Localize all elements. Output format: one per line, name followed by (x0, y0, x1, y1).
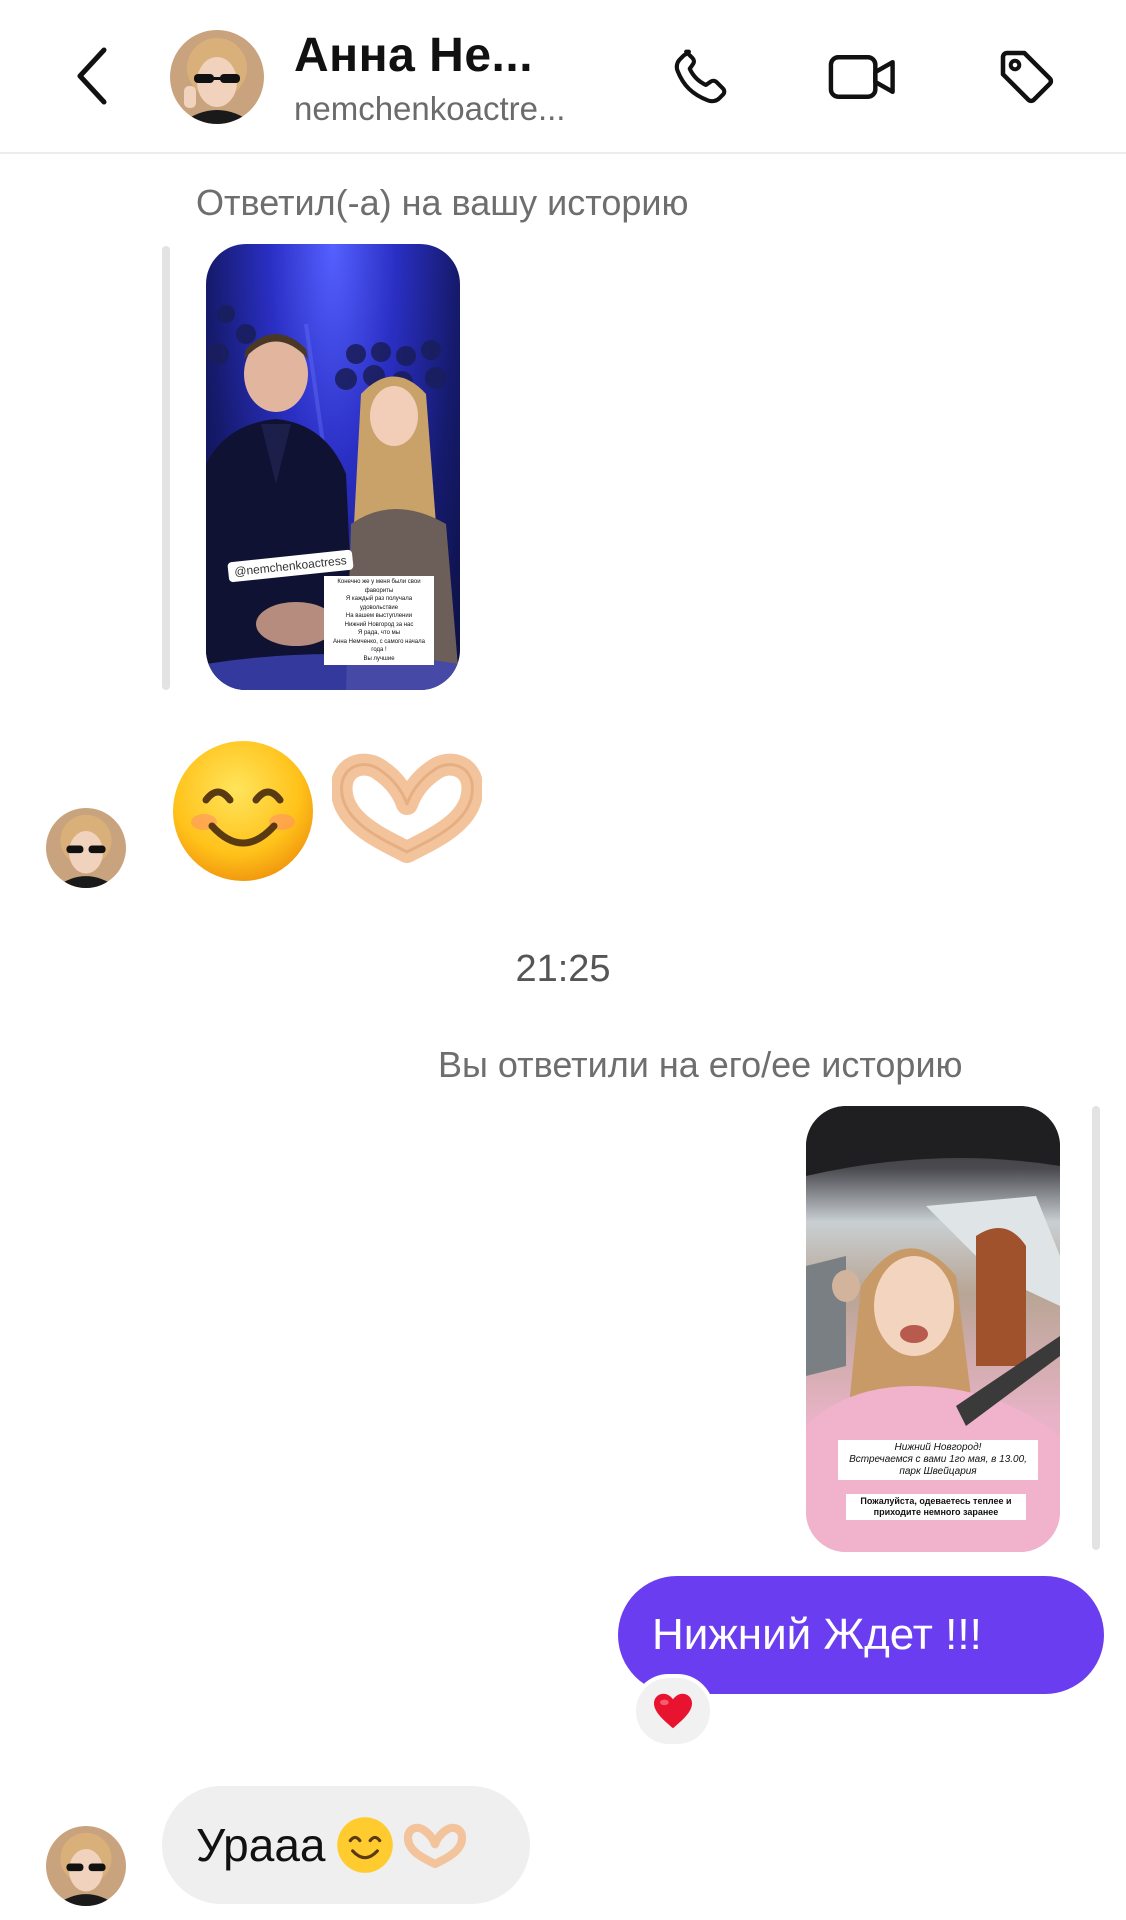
heart-hands-icon[interactable] (332, 748, 482, 864)
avatar[interactable] (170, 30, 264, 124)
contact-username[interactable]: nemchenkoactre... (294, 90, 565, 128)
story-note: Пожалуйста, одеваетесь теплее и приходит… (846, 1494, 1026, 1520)
reply-to-story-label: Ответил(-а) на вашу историю (196, 182, 689, 223)
message-text: Урааа (196, 1819, 326, 1871)
avatar[interactable] (46, 1826, 126, 1906)
reply-indicator-bar (162, 246, 170, 690)
call-button[interactable] (664, 40, 738, 114)
tag-button[interactable] (990, 40, 1064, 114)
avatar[interactable] (46, 808, 126, 888)
story-thumbnail[interactable]: Нижний Новгород! Встречаемся с вами 1го … (806, 1106, 1060, 1552)
contact-name[interactable]: Анна Не... (294, 28, 533, 83)
chat-header: Анна Не... nemchenkoactre... (0, 0, 1126, 154)
message-text: Нижний Ждет !!! (652, 1610, 982, 1659)
red-heart-icon (654, 1693, 692, 1729)
story-caption: Конечно же у меня были свои фавориты Я к… (324, 576, 434, 665)
story-thumbnail[interactable]: @nemchenkoactress Конечно же у меня были… (206, 244, 460, 690)
message-reaction[interactable] (632, 1674, 714, 1748)
message-timestamp: 21:25 (515, 948, 611, 990)
smiling-face-icon[interactable] (170, 738, 316, 884)
story-caption: Нижний Новгород! Встречаемся с вами 1го … (838, 1440, 1038, 1480)
smiling-face-icon (336, 1817, 393, 1873)
video-camera-icon (828, 55, 895, 99)
video-call-button[interactable] (826, 40, 900, 114)
heart-hands-icon (403, 1823, 466, 1869)
back-button[interactable] (62, 40, 122, 112)
story-photo (806, 1106, 1060, 1552)
reply-indicator-bar (1092, 1106, 1100, 1550)
you-replied-label: Вы ответили на его/ее историю (438, 1044, 963, 1085)
tag-icon (1000, 50, 1054, 104)
phone-icon (674, 49, 727, 104)
incoming-message-bubble[interactable]: Урааа (162, 1786, 530, 1904)
chevron-left-icon (77, 47, 107, 105)
